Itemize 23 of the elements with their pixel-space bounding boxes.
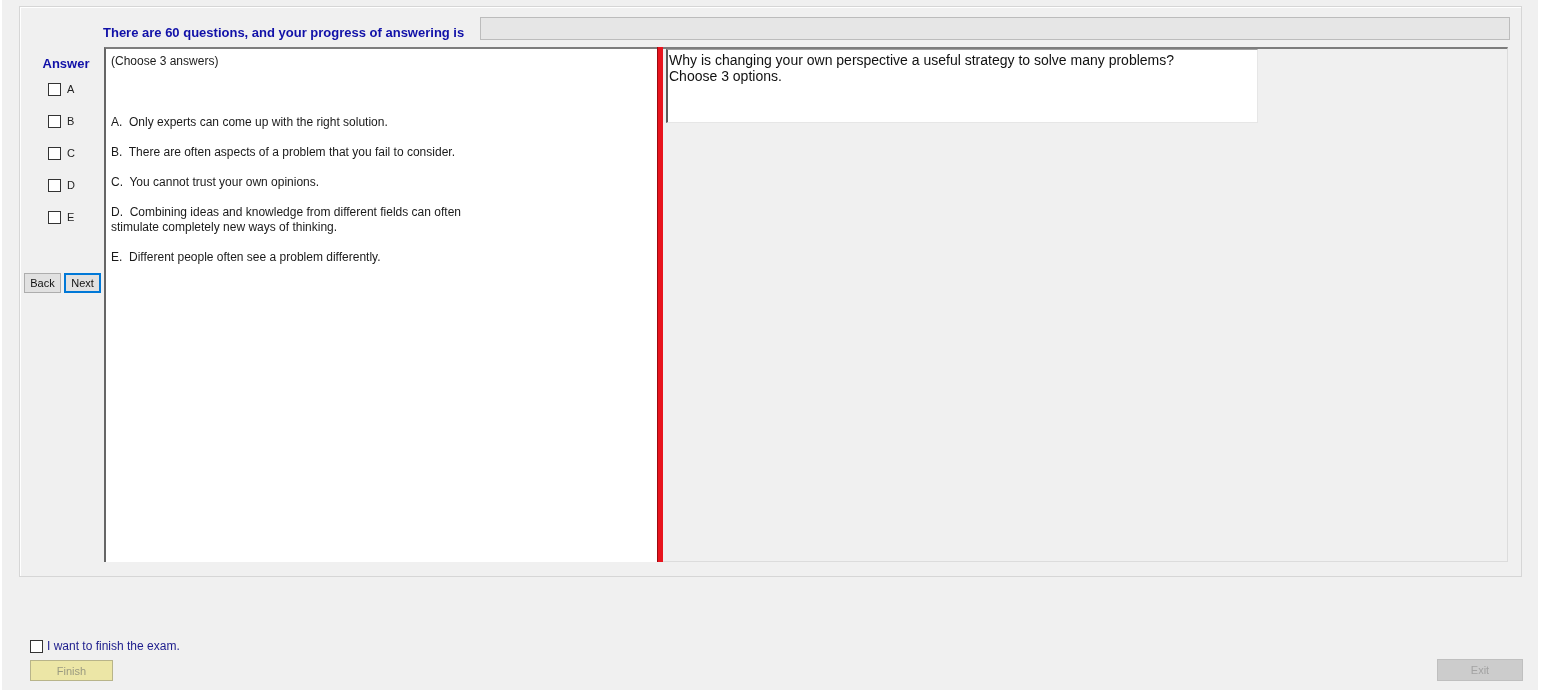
next-button[interactable]: Next bbox=[64, 272, 101, 293]
choice-text: A. Only experts can come up with the right solution. bbox=[111, 114, 388, 130]
checkbox[interactable] bbox=[48, 211, 61, 225]
choice-text: C. You cannot trust your own opinions. bbox=[111, 174, 320, 190]
checkbox[interactable] bbox=[48, 115, 61, 129]
option-label: D bbox=[67, 179, 75, 193]
option-label: B bbox=[67, 115, 75, 129]
checkbox[interactable] bbox=[48, 179, 61, 193]
choice-text: E. Different people often see a problem differently. bbox=[111, 249, 381, 265]
progress-caption: There are 60 questions, and your progress of answering is bbox=[103, 25, 465, 40]
option-label: C bbox=[67, 147, 75, 161]
checkbox[interactable] bbox=[30, 639, 43, 653]
choice-text: D. Combining ideas and knowledge from different fields can often stimulate completely new ways of thinking. bbox=[111, 204, 461, 235]
checkbox[interactable] bbox=[48, 83, 61, 97]
choice-instruction: (Choose 3 answers) bbox=[111, 53, 220, 69]
answer-heading: Answer bbox=[42, 55, 90, 71]
option-label: A bbox=[67, 83, 75, 97]
checkbox[interactable] bbox=[48, 147, 61, 161]
back-button[interactable]: Back bbox=[24, 272, 61, 293]
option-label: E bbox=[67, 211, 75, 225]
choice-text: B. There are often aspects of a problem that you fail to consider. bbox=[111, 144, 455, 160]
question-text: Why is changing your own perspective a useful strategy to solve many problems? Choose 3 options. bbox=[666, 48, 1258, 123]
finish-confirm-label: I want to finish the exam. bbox=[47, 639, 180, 653]
